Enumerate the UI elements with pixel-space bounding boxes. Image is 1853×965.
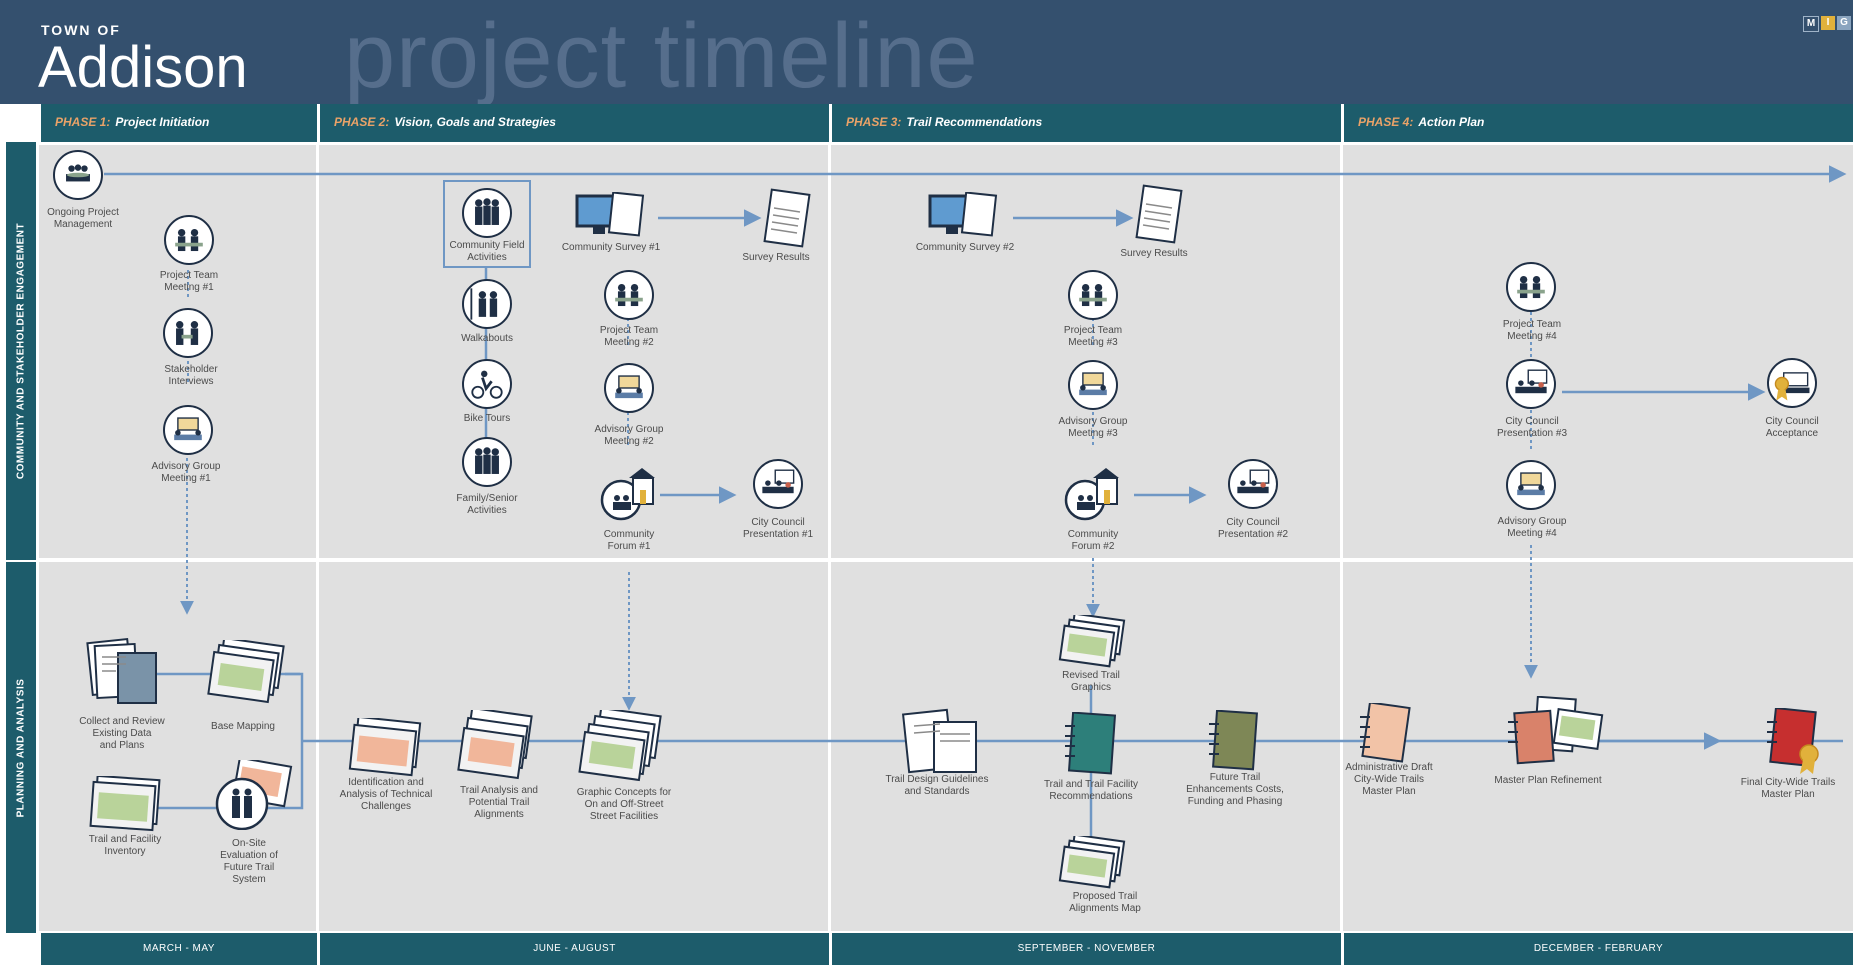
- lane-label-engagement: COMMUNITY AND STAKEHOLDER ENGAGEMENT: [6, 142, 36, 560]
- trail-analysis-label: Trail Analysis and Potential Trail Align…: [460, 785, 538, 820]
- technical-challenges-icon: [348, 715, 424, 783]
- date-bar-phase-3: SEPTEMBER - NOVEMBER: [829, 933, 1341, 965]
- future-enhancements-icon: [1205, 709, 1261, 779]
- project-team-meeting-3-icon: [1068, 270, 1118, 320]
- cell-p2-engagement: [319, 145, 828, 558]
- advisory-group-meeting-1-label: Advisory Group Meeting #1: [151, 461, 221, 484]
- trail-recommendations-icon: [1061, 711, 1121, 783]
- city-council-presentation-1-icon: [753, 459, 803, 509]
- future-enhancements-label: Future Trail Enhancements Costs, Funding…: [1186, 772, 1284, 807]
- community-forum-2-icon: [1061, 462, 1125, 527]
- survey-results-1-label: Survey Results: [742, 252, 810, 263]
- administrative-draft-icon: [1356, 701, 1412, 770]
- advisory-group-meeting-1-icon: [163, 405, 213, 455]
- graphic-concepts-label: Graphic Concepts for On and Off-Street S…: [576, 787, 672, 822]
- city-council-acceptance-icon: [1767, 358, 1817, 408]
- advisory-group-meeting-3-icon: [1068, 360, 1118, 410]
- technical-challenges-label: Identification and Analysis of Technical…: [339, 777, 433, 812]
- mig-logo: M I G: [1803, 16, 1851, 32]
- bike-tours-icon: [462, 359, 512, 409]
- master-plan-refinement-icon: [1500, 695, 1604, 773]
- proposed-alignments-label: Proposed Trail Alignments Map: [1069, 891, 1141, 914]
- project-team-meeting-2-icon: [604, 270, 654, 320]
- stakeholder-interviews-icon: [163, 308, 213, 358]
- city-council-presentation-3-label: City Council Presentation #3: [1496, 416, 1568, 439]
- advisory-group-meeting-2-label: Advisory Group Meeting #2: [594, 424, 664, 447]
- trail-recommendations-label: Trail and Trail Facility Recommendations: [1043, 779, 1139, 802]
- trail-facility-inventory-icon: [88, 774, 164, 839]
- phase-3-bar: PHASE 3: Trail Recommendations: [829, 104, 1341, 142]
- city-council-presentation-1-label: City Council Presentation #1: [742, 517, 814, 540]
- base-mapping-label: Base Mapping: [211, 721, 275, 732]
- page-title: project timeline: [344, 5, 979, 107]
- existing-data-icon: [86, 637, 162, 712]
- city-council-presentation-2-label: City Council Presentation #2: [1217, 517, 1289, 540]
- town-name: Addison: [38, 35, 248, 100]
- proposed-alignments-icon: [1058, 833, 1128, 897]
- survey-results-1-icon: [760, 188, 812, 255]
- onsite-evaluation-label: On-Site Evaluation of Future Trail Syste…: [220, 838, 278, 885]
- project-team-meeting-1-icon: [164, 215, 214, 265]
- advisory-group-meeting-2-icon: [604, 363, 654, 413]
- onsite-evaluation-icon: [212, 756, 294, 835]
- advisory-group-meeting-3-label: Advisory Group Meeting #3: [1058, 416, 1128, 439]
- final-master-plan-icon: [1763, 706, 1827, 783]
- design-guidelines-icon: [901, 708, 982, 781]
- family-senior-activities-icon: [462, 437, 512, 487]
- existing-data-label: Collect and Review Existing Data and Pla…: [79, 716, 165, 751]
- city-council-acceptance-label: City Council Acceptance: [1765, 416, 1819, 439]
- project-team-meeting-3-label: Project Team Meeting #3: [1063, 325, 1123, 348]
- ongoing-management-label: Ongoing Project Management: [47, 207, 119, 230]
- trail-facility-inventory-label: Trail and Facility Inventory: [88, 834, 162, 857]
- administrative-draft-label: Administrative Draft City-Wide Trails Ma…: [1345, 762, 1433, 797]
- survey-results-2-label: Survey Results: [1120, 248, 1188, 259]
- advisory-group-meeting-4-label: Advisory Group Meeting #4: [1497, 516, 1567, 539]
- cell-p4-engagement: [1343, 145, 1853, 558]
- base-mapping-icon: [207, 636, 287, 711]
- project-team-meeting-1-label: Project Team Meeting #1: [159, 270, 219, 293]
- phase-1-bar: PHASE 1: Project Initiation: [38, 104, 317, 142]
- community-survey-1-icon: [575, 191, 655, 247]
- date-bar-phase-4: DECEMBER - FEBRUARY: [1341, 933, 1853, 965]
- project-team-meeting-4-label: Project Team Meeting #4: [1502, 319, 1562, 342]
- design-guidelines-label: Trail Design Guidelines and Standards: [885, 774, 989, 797]
- city-council-presentation-2-icon: [1228, 459, 1278, 509]
- community-forum-1-label: Community Forum #1: [603, 529, 655, 552]
- lane-label-planning: PLANNING AND ANALYSIS: [6, 562, 36, 933]
- community-survey-2-label: Community Survey #2: [915, 242, 1015, 253]
- final-master-plan-label: Final City-Wide Trails Master Plan: [1740, 777, 1836, 800]
- walkabouts-icon: [462, 279, 512, 329]
- revised-graphics-label: Revised Trail Graphics: [1062, 670, 1120, 693]
- community-survey-2-icon: [928, 191, 1008, 247]
- ongoing-management-icon: [53, 150, 103, 200]
- family-senior-activities-label: Family/Senior Activities: [456, 493, 518, 516]
- city-council-presentation-3-icon: [1506, 359, 1556, 409]
- trail-analysis-icon: [457, 706, 537, 787]
- community-field-activities-icon: [462, 188, 512, 238]
- timeline-stage: TOWN OF Addison project timeline M I G P…: [0, 0, 1853, 965]
- revised-graphics-icon: [1058, 612, 1128, 676]
- stakeholder-interviews-label: Stakeholder Interviews: [164, 364, 218, 387]
- bike-tours-label: Bike Tours: [463, 413, 511, 424]
- phase-4-bar: PHASE 4: Action Plan: [1341, 104, 1853, 142]
- project-team-meeting-2-label: Project Team Meeting #2: [599, 325, 659, 348]
- header-banner: TOWN OF Addison project timeline M I G: [0, 0, 1853, 107]
- survey-results-2-icon: [1132, 184, 1184, 251]
- advisory-group-meeting-4-icon: [1506, 460, 1556, 510]
- phase-2-bar: PHASE 2: Vision, Goals and Strategies: [317, 104, 829, 142]
- date-bar-phase-2: JUNE - AUGUST: [317, 933, 829, 965]
- graphic-concepts-icon: [578, 706, 664, 787]
- walkabouts-label: Walkabouts: [461, 333, 513, 344]
- project-team-meeting-4-icon: [1506, 262, 1556, 312]
- date-bar-phase-1: MARCH - MAY: [38, 933, 317, 965]
- community-field-activities-label: Community Field Activities: [449, 240, 525, 263]
- community-survey-1-label: Community Survey #1: [561, 242, 661, 253]
- master-plan-refinement-label: Master Plan Refinement: [1494, 775, 1602, 786]
- community-forum-2-label: Community Forum #2: [1067, 529, 1119, 552]
- community-forum-1-icon: [597, 462, 661, 527]
